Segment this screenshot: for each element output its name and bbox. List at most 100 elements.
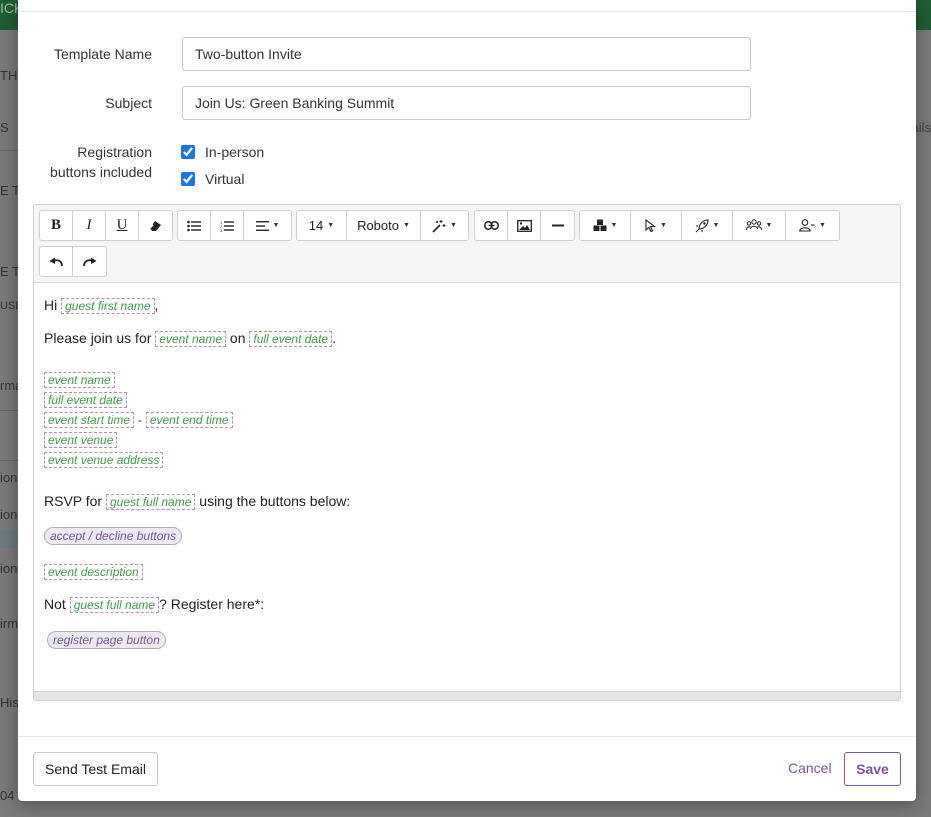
accept-decline-buttons-block[interactable]: accept / decline buttons <box>44 527 183 545</box>
users-icon <box>745 219 762 231</box>
caret-down-icon: ▼ <box>712 222 720 229</box>
caret-down-icon: ▼ <box>660 222 667 229</box>
background-text: 04 <box>0 788 15 803</box>
modal-header-divider <box>18 11 916 12</box>
background-divider <box>0 150 18 151</box>
rocket-icon <box>695 218 709 232</box>
bullet-list-icon <box>187 220 201 231</box>
italic-button[interactable]: I <box>73 211 106 240</box>
components-dropdown[interactable]: ▼ <box>580 211 631 240</box>
background-highlight <box>0 530 18 548</box>
font-size-dropdown[interactable]: 14 ▼ <box>297 211 347 240</box>
virtual-option[interactable]: Virtual <box>181 171 244 187</box>
on-text: on <box>229 330 246 346</box>
event-fields-dropdown[interactable]: ▼ <box>682 211 733 240</box>
register-page-button-block[interactable]: register page button <box>47 631 166 649</box>
background-text: E T <box>0 183 20 198</box>
background-text: ion <box>0 561 18 576</box>
text-style-group: B I U <box>39 210 173 241</box>
registration-label-line1: Registration <box>77 144 152 160</box>
align-left-icon <box>255 220 269 231</box>
caret-down-icon: ▼ <box>450 222 457 229</box>
save-button[interactable]: Save <box>844 752 901 786</box>
eraser-icon <box>149 220 161 231</box>
font-size-value: 14 <box>308 218 324 233</box>
undo-icon <box>49 257 63 266</box>
rich-text-editor: B I U 123 ▼ 14 ▼ Roboto ▼ ▼ ▼ ▼ ▼ ▼ ▼ Hi… <box>33 204 901 701</box>
template-name-input[interactable] <box>182 37 751 71</box>
guest-fields-dropdown[interactable]: ▼ <box>733 211 786 240</box>
merge-tag-event-name[interactable]: event name <box>155 331 227 347</box>
underline-label: U <box>116 217 128 233</box>
subject-input[interactable] <box>182 86 751 120</box>
event-description-line: event description <box>44 563 143 580</box>
merge-tag-event-name[interactable]: event name <box>44 372 115 388</box>
underline-button[interactable]: U <box>106 211 139 240</box>
align-dropdown[interactable]: ▼ <box>244 211 291 240</box>
greeting-line: Hi guest first name, <box>44 297 158 314</box>
clear-format-button[interactable] <box>139 211 172 240</box>
event-venue-address-line: event venue address <box>44 451 164 468</box>
please-join-text: Please join us for <box>44 330 152 346</box>
register-here-text: ? Register here*: <box>159 596 265 612</box>
cubes-icon <box>593 219 607 231</box>
registration-buttons-label: Registration buttons included <box>18 142 152 182</box>
horizontal-rule-button[interactable] <box>541 211 574 240</box>
event-date-line: full event date <box>44 391 127 408</box>
in-person-option[interactable]: In-person <box>181 144 264 160</box>
in-person-label: In-person <box>205 144 265 160</box>
hi-text: Hi <box>44 297 58 313</box>
numbered-list-button[interactable]: 123 <box>211 211 244 240</box>
pointer-icon <box>645 219 657 232</box>
paragraph-group: 123 ▼ <box>177 210 292 241</box>
background-divider <box>0 410 18 411</box>
merge-tag-guest-full-name[interactable]: guest full name <box>106 494 196 510</box>
merge-tag-event-start-time[interactable]: event start time <box>44 412 135 428</box>
background-text: S <box>0 120 9 135</box>
virtual-checkbox[interactable] <box>181 172 195 186</box>
event-venue-line: event venue <box>44 431 118 448</box>
font-family-dropdown[interactable]: Roboto ▼ <box>347 211 421 240</box>
register-button-line: register page button <box>47 631 166 649</box>
in-person-checkbox[interactable] <box>181 145 195 159</box>
history-group <box>39 246 107 277</box>
send-test-email-button[interactable]: Send Test Email <box>33 752 158 786</box>
editor-resize-bar[interactable] <box>34 691 900 700</box>
template-name-label: Template Name <box>53 46 152 62</box>
editor-toolbar: B I U 123 ▼ 14 ▼ Roboto ▼ ▼ ▼ ▼ ▼ ▼ ▼ <box>34 205 900 283</box>
background-divider <box>0 460 18 461</box>
background-text: irm <box>0 616 19 631</box>
event-time-line: event start time - event end time <box>44 411 233 428</box>
merge-tag-event-description[interactable]: event description <box>44 564 143 580</box>
edit-template-modal: Template Name Subject Registration butto… <box>18 0 916 801</box>
merge-tag-event-end-time[interactable]: event end time <box>145 412 233 428</box>
register-line: Not guest full name? Register here*: <box>44 596 264 613</box>
invite-line: Please join us for event name on full ev… <box>44 330 336 347</box>
merge-tag-guest-full-name[interactable]: guest full name <box>69 597 160 613</box>
image-icon <box>516 219 532 232</box>
merge-tag-event-venue-address[interactable]: event venue address <box>44 452 164 468</box>
bullet-list-button[interactable] <box>178 211 211 240</box>
background-text: E T <box>0 264 20 279</box>
redo-button[interactable] <box>73 247 106 276</box>
cancel-button[interactable]: Cancel <box>788 760 832 776</box>
insert-image-button[interactable] <box>508 211 541 240</box>
buttons-dropdown[interactable]: ▼ <box>631 211 682 240</box>
merge-tag-event-venue[interactable]: event venue <box>44 432 118 448</box>
undo-button[interactable] <box>40 247 73 276</box>
virtual-label: Virtual <box>205 171 245 187</box>
accept-decline-line: accept / decline buttons <box>44 527 183 545</box>
font-family-value: Roboto <box>357 218 399 233</box>
bold-button[interactable]: B <box>40 211 73 240</box>
merge-tag-full-event-date[interactable]: full event date <box>249 331 333 347</box>
magic-wand-icon <box>432 219 446 233</box>
svg-text:3: 3 <box>220 228 223 232</box>
merge-tag-full-event-date[interactable]: full event date <box>44 392 127 408</box>
style-magic-dropdown[interactable]: ▼ <box>421 211 468 240</box>
rsvp-for-text: RSVP for <box>44 493 103 509</box>
insert-link-button[interactable] <box>475 211 508 240</box>
user-fields-dropdown[interactable]: ▼ <box>786 211 839 240</box>
link-icon <box>483 221 499 230</box>
caret-down-icon: ▼ <box>819 222 826 229</box>
merge-tag-guest-first-name[interactable]: guest first name <box>61 298 155 314</box>
